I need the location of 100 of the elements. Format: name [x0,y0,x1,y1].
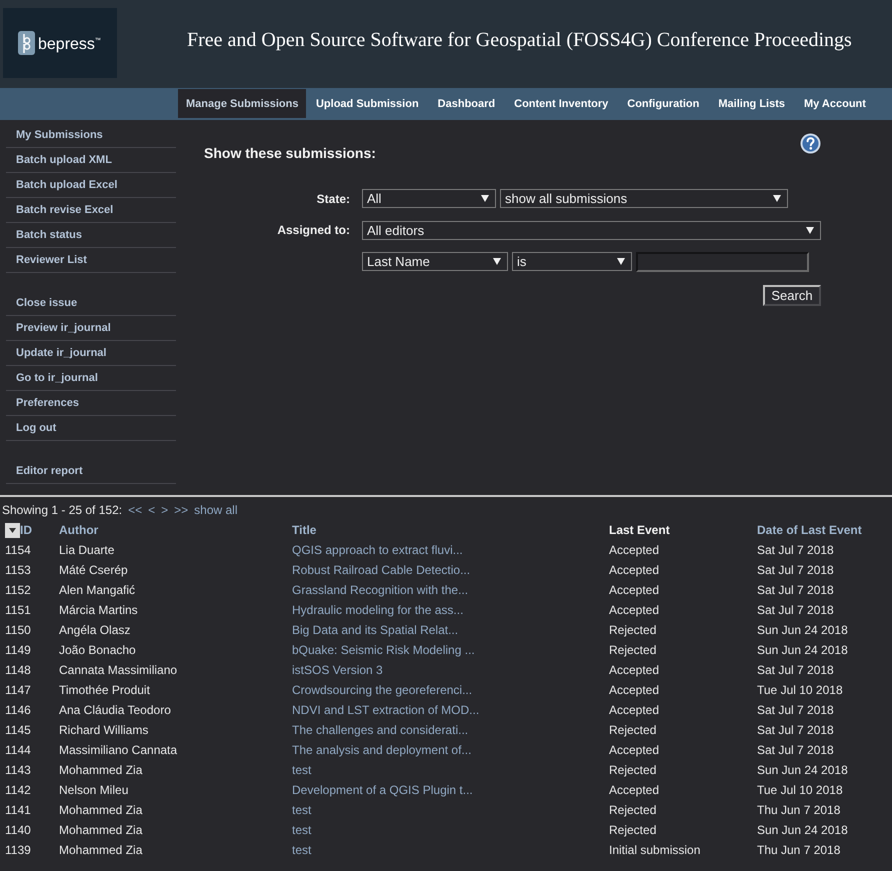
caret-icon [773,195,781,202]
pager-link[interactable]: >> [174,503,188,517]
title-link[interactable]: The challenges and considerati... [292,723,468,737]
results-summary: Showing 1 - 25 of 152: [2,503,122,517]
column-header[interactable]: Author [59,523,98,537]
date-cell: Sun Jun 24 2018 [757,763,848,777]
sidebar-link[interactable]: Batch status [6,223,176,248]
sidebar-link[interactable]: Reviewer List [6,248,176,273]
title-link[interactable]: NDVI and LST extraction of MOD... [292,703,480,717]
title-link[interactable]: Big Data and its Spatial Relat... [292,623,458,637]
sidebar-link[interactable]: My Submissions [6,123,176,148]
nav-tab[interactable]: Dashboard [428,89,505,118]
title-link[interactable]: test [292,823,312,837]
title-link[interactable]: Hydraulic modeling for the ass... [292,603,464,617]
title-link[interactable]: Robust Railroad Cable Detectio... [292,563,470,577]
help-icon[interactable] [800,133,821,154]
column-header[interactable]: ID [20,523,32,537]
id-cell: 1150 [5,623,31,637]
column-header[interactable]: Last Event [609,523,670,537]
pager-link[interactable]: > [161,503,168,517]
author-cell: Máté Cserép [59,563,128,577]
title-link[interactable]: Development of a QGIS Plugin t... [292,783,473,797]
sidebar-link[interactable]: Batch revise Excel [6,198,176,223]
event-cell: Accepted [609,703,660,717]
title-link[interactable]: test [292,803,312,817]
author-cell: Mohammed Zia [59,763,142,777]
event-cell: Rejected [609,623,656,637]
event-cell: Initial submission [609,843,700,857]
title-link[interactable]: istSOS Version 3 [292,663,383,677]
date-cell: Sun Jun 24 2018 [757,643,848,657]
column-header[interactable]: Date of Last Event [757,523,862,537]
id-cell: 1147 [5,683,31,697]
dropdown[interactable]: All editors [362,220,821,240]
column-header[interactable]: Title [292,523,316,537]
title-link[interactable]: Crowdsourcing the georeferenci... [292,683,472,697]
text-field[interactable] [636,252,809,272]
nav-tab[interactable]: Configuration [618,89,709,118]
title-link[interactable]: test [292,763,312,777]
nav-tab[interactable]: Manage Submissions [178,89,306,118]
caret-icon [617,258,625,265]
nav-tab[interactable]: Upload Submission [306,89,428,118]
sidebar-link[interactable]: Batch upload XML [6,148,176,173]
title-link[interactable]: test [292,843,312,857]
date-cell: Thu Jun 7 2018 [757,803,840,817]
caret-icon [9,528,16,532]
pager-link[interactable]: show all [194,503,238,517]
date-cell: Thu Jun 7 2018 [757,843,840,857]
title-link[interactable]: The analysis and deployment of... [292,743,472,757]
logo-icon [18,31,35,55]
id-cell: 1145 [5,723,31,737]
sidebar-link[interactable]: Update ir_journal [6,341,176,366]
date-cell: Tue Jul 10 2018 [757,683,843,697]
site-title: Free and Open Source Software for Geospatial (FOSS4G) Conference Proceedings [187,29,852,51]
title-link[interactable]: Grassland Recognition with the... [292,583,468,597]
event-cell: Accepted [609,683,660,697]
event-cell: Rejected [609,723,656,737]
sidebar-link[interactable]: Editor report [6,459,176,484]
date-cell: Sat Jul 7 2018 [757,603,834,617]
author-cell: Ana Cláudia Teodoro [59,703,171,717]
event-cell: Rejected [609,823,656,837]
event-cell: Accepted [609,603,660,617]
dropdown[interactable]: All [362,189,496,208]
dropdown[interactable]: Last Name [362,252,508,271]
nav-tab[interactable]: My Account [794,89,876,118]
sidebar-link[interactable]: Log out [6,416,176,441]
pager-link[interactable]: < [148,503,156,517]
event-cell: Accepted [609,543,660,557]
author-cell: Nelson Mileu [59,783,128,797]
sidebar-link[interactable]: Close issue [6,291,176,316]
nav-tab[interactable]: Content Inventory [504,89,618,118]
sidebar-link[interactable]: Preferences [6,391,176,416]
sidebar-link[interactable]: Go to ir_journal [6,366,176,391]
section-heading: Show these submissions: [204,145,376,162]
id-cell: 1142 [5,783,31,797]
author-cell: Alen Mangafić [59,583,136,597]
title-link[interactable]: QGIS approach to extract fluvi... [292,543,463,557]
field-label: State: [316,192,350,206]
id-cell: 1153 [5,563,31,577]
dropdown[interactable]: is [512,252,632,271]
id-cell: 1148 [5,663,31,677]
title-link[interactable]: bQuake: Seismic Risk Modeling ... [292,643,475,657]
date-cell: Sat Jul 7 2018 [757,583,834,597]
sidebar-link[interactable]: Preview ir_journal [6,316,176,341]
date-cell: Sun Jun 24 2018 [757,623,848,637]
pager-link[interactable]: << [128,503,142,517]
search-button[interactable]: Search [763,284,821,306]
author-cell: João Bonacho [59,643,136,657]
logo-wordmark: bepress$^{™}$ [38,35,101,54]
id-cell: 1141 [5,803,31,817]
sort-menu-button[interactable] [5,522,20,538]
event-cell: Accepted [609,563,660,577]
dropdown[interactable]: show all submissions [500,189,788,208]
author-cell: Mohammed Zia [59,803,142,817]
date-cell: Sun Jun 24 2018 [757,823,848,837]
sidebar-link[interactable]: Batch upload Excel [6,173,176,198]
event-cell: Accepted [609,663,660,677]
date-cell: Sat Jul 7 2018 [757,723,834,737]
date-cell: Sat Jul 7 2018 [757,743,834,757]
event-cell: Accepted [609,583,660,597]
nav-tab[interactable]: Mailing Lists [708,89,794,118]
